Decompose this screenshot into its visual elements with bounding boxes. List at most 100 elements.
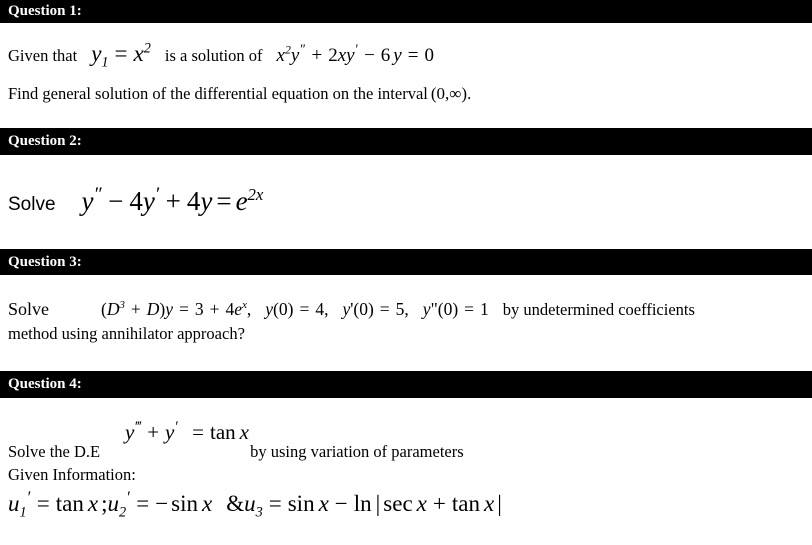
math-subscript-one: 1 [101, 54, 109, 71]
math-function-tan: tan [210, 420, 236, 444]
q3-solve-text: Solve [8, 299, 50, 319]
math-number-two: 2 [328, 45, 338, 66]
math-comma: , [404, 299, 409, 319]
math-exponent-three: 3 [119, 299, 125, 312]
q4-given-information-text: Given Information: [8, 465, 136, 484]
math-equals: = [379, 299, 390, 319]
math-plus: + [147, 420, 160, 444]
document-page: Question 1: Given that y1 = x2 is a solution… [0, 0, 812, 545]
math-equals: = [464, 299, 475, 319]
math-equals: = [216, 186, 232, 216]
question-1-header-bar: Question 1: [0, 0, 812, 23]
math-symbol-D: D [146, 299, 160, 319]
q4-differential-equation: y‴ + y′ = tan x [125, 419, 249, 444]
math-symbol-y: y [125, 420, 135, 444]
math-symbol-D: D [106, 299, 120, 319]
question-3-line-1: Solve (D3 + D)y = 3 +4ex, y(0) = 4, y'(0) = 5, y"(0) =… [8, 300, 695, 319]
q1-period: . [467, 84, 472, 103]
math-symbol-y: y [165, 420, 175, 444]
math-exponent-two-x: 2x [248, 185, 264, 204]
math-minus: − [334, 491, 348, 516]
math-function-sin: sin [171, 491, 199, 516]
math-symbol-y: y [346, 45, 355, 66]
math-number-six: 6 [380, 45, 391, 66]
math-function-sin: sin [287, 491, 315, 516]
math-equals: = [136, 491, 150, 516]
math-function-tan: tan [55, 491, 84, 516]
math-number-zero: 0 [443, 299, 453, 319]
math-equals: = [36, 491, 50, 516]
q1-is-a-solution-of-text: is a solution of [164, 46, 263, 65]
math-number-zero: 0 [359, 299, 368, 319]
math-comma: , [324, 299, 329, 319]
math-symbol-x: x [133, 41, 144, 66]
question-3-header-bar: Question 3: [0, 249, 812, 275]
math-number-three: 3 [194, 299, 204, 319]
q1-differential-equation: x2y″ +2xy′ −6 y = 0 [277, 41, 434, 66]
math-plus: + [432, 491, 446, 516]
question-4-line-1: Solve the D.E by using variation of param… [8, 442, 464, 461]
math-symbol-u: u [244, 491, 256, 516]
math-symbol-y: y [165, 299, 174, 319]
math-close-paren: ) [452, 299, 459, 319]
math-ampersand: & [226, 491, 245, 516]
math-function-sec: sec [383, 491, 413, 516]
math-function-tan: tan [451, 491, 480, 516]
question-3-label: Question 3: [8, 253, 82, 270]
question-4-line-2: Given Information: [8, 465, 136, 484]
q1-given-that-text: Given that [8, 46, 78, 65]
math-symbol-e: e [235, 186, 248, 216]
math-minus: − [364, 45, 375, 66]
math-double-prime: ″ [93, 184, 103, 205]
math-subscript-one: 1 [19, 504, 27, 521]
math-triple-prime: ‴ [134, 419, 142, 435]
math-symbol-x: x [202, 491, 213, 516]
math-double-prime: ″ [299, 41, 306, 57]
math-number-four: 4 [315, 299, 325, 319]
math-equals: = [299, 299, 310, 319]
math-number-zero: 0 [436, 84, 446, 103]
q1-interval: (0,∞) [431, 84, 467, 103]
math-symbol-x: x [483, 491, 495, 516]
math-minus: − [108, 186, 124, 216]
math-number-one: 1 [480, 299, 489, 319]
math-symbol-x: x [416, 491, 427, 516]
math-plus: + [130, 299, 141, 319]
math-equals: = [114, 41, 128, 66]
math-plus: + [209, 299, 220, 319]
math-subscript-three: 3 [255, 504, 263, 521]
math-equals: = [179, 299, 189, 319]
math-number-zero: 0 [278, 299, 288, 319]
math-prime: ′ [154, 184, 160, 205]
question-4-label: Question 4: [8, 376, 82, 392]
math-equals: = [268, 491, 282, 516]
q1-y1-equals-x-squared: y1 = x2 [91, 41, 151, 70]
math-number-four: 4 [129, 186, 143, 216]
question-2-label: Question 2: [8, 133, 82, 149]
question-1-line-2: Find general solution of the differentia… [8, 85, 471, 103]
math-comma: , [246, 299, 252, 319]
q4-by-using-variation-text: by using variation of parameters [250, 442, 464, 461]
q3-by-undetermined-coefficients-text: by undetermined coefficients [502, 300, 695, 319]
math-prime: ′ [26, 487, 31, 507]
math-prime: ′ [174, 419, 179, 435]
q1-find-general-solution-text: Find general solution of the differentia… [8, 84, 428, 103]
q2-differential-equation: y″ −4y′ +4y = e2x [81, 184, 264, 216]
math-symbol-y: y [265, 299, 274, 319]
math-prime: ′ [354, 41, 359, 57]
math-symbol-u: u [8, 491, 20, 516]
math-symbol-y: y [81, 186, 94, 216]
math-function-ln: ln [353, 491, 372, 516]
math-symbol-x: x [87, 491, 99, 516]
math-number-two: 2 [247, 185, 256, 204]
question-2-line-1: Solve y″ −4y′ +4y = e2x [8, 184, 264, 216]
math-symbol-y: y [91, 41, 102, 66]
math-plus: + [165, 186, 181, 216]
question-1-line-1: Given that y1 = x2 is a solution of x2y″ +2xy′… [8, 41, 434, 70]
question-4-line-3: u1′ = tan x ;u2′ = − sin x &u3 = sin x − ln | sec x + tan x | [8, 489, 502, 520]
math-infinity: ∞ [449, 84, 462, 103]
math-minus: − [155, 491, 169, 516]
question-4-equation: y‴ + y′ = tan x [125, 419, 249, 445]
math-symbol-x: x [239, 420, 249, 444]
math-subscript-two: 2 [118, 504, 127, 521]
